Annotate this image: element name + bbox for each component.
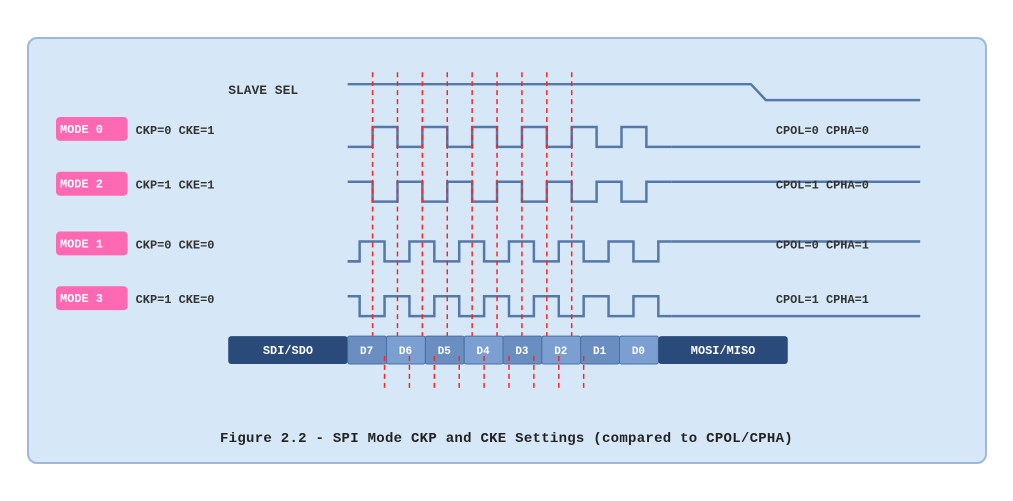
figure-caption: Figure 2.2 - SPI Mode CKP and CKE Settin… xyxy=(54,431,960,447)
sdi-sdo-label: SDI/SDO xyxy=(262,344,312,358)
waveform-area: SLAVE SEL MODE 0 CKP=0 CKE=1 CPOL=0 CPHA… xyxy=(54,59,960,419)
d7-label: D7 xyxy=(360,346,373,358)
mode1-right: CPOL=0 CPHA=1 xyxy=(775,238,868,252)
mode2-params: CKP=1 CKE=1 xyxy=(135,179,214,193)
slave-sel-label: SLAVE SEL xyxy=(228,83,298,98)
mode3-label: MODE 3 xyxy=(59,292,102,306)
d4-label: D4 xyxy=(476,346,490,358)
d3-label: D3 xyxy=(515,346,529,358)
d0-label: D0 xyxy=(631,346,644,358)
mode1-params: CKP=0 CKE=0 xyxy=(135,238,214,252)
mode2-label: MODE 2 xyxy=(59,178,102,192)
mosi-miso-label: MOSI/MISO xyxy=(690,344,754,358)
d1-label: D1 xyxy=(593,346,607,358)
d5-label: D5 xyxy=(437,346,450,358)
mode3-params: CKP=1 CKE=0 xyxy=(135,293,214,307)
diagram-container: SLAVE SEL MODE 0 CKP=0 CKE=1 CPOL=0 CPHA… xyxy=(27,37,987,464)
mode0-right: CPOL=0 CPHA=0 xyxy=(775,124,868,138)
mode2-right: CPOL=1 CPHA=0 xyxy=(775,179,868,193)
d2-label: D2 xyxy=(554,346,567,358)
mode1-label: MODE 1 xyxy=(59,237,102,251)
mode3-right: CPOL=1 CPHA=1 xyxy=(775,293,868,307)
mode0-params: CKP=0 CKE=1 xyxy=(135,124,214,138)
mode0-label: MODE 0 xyxy=(59,123,102,137)
